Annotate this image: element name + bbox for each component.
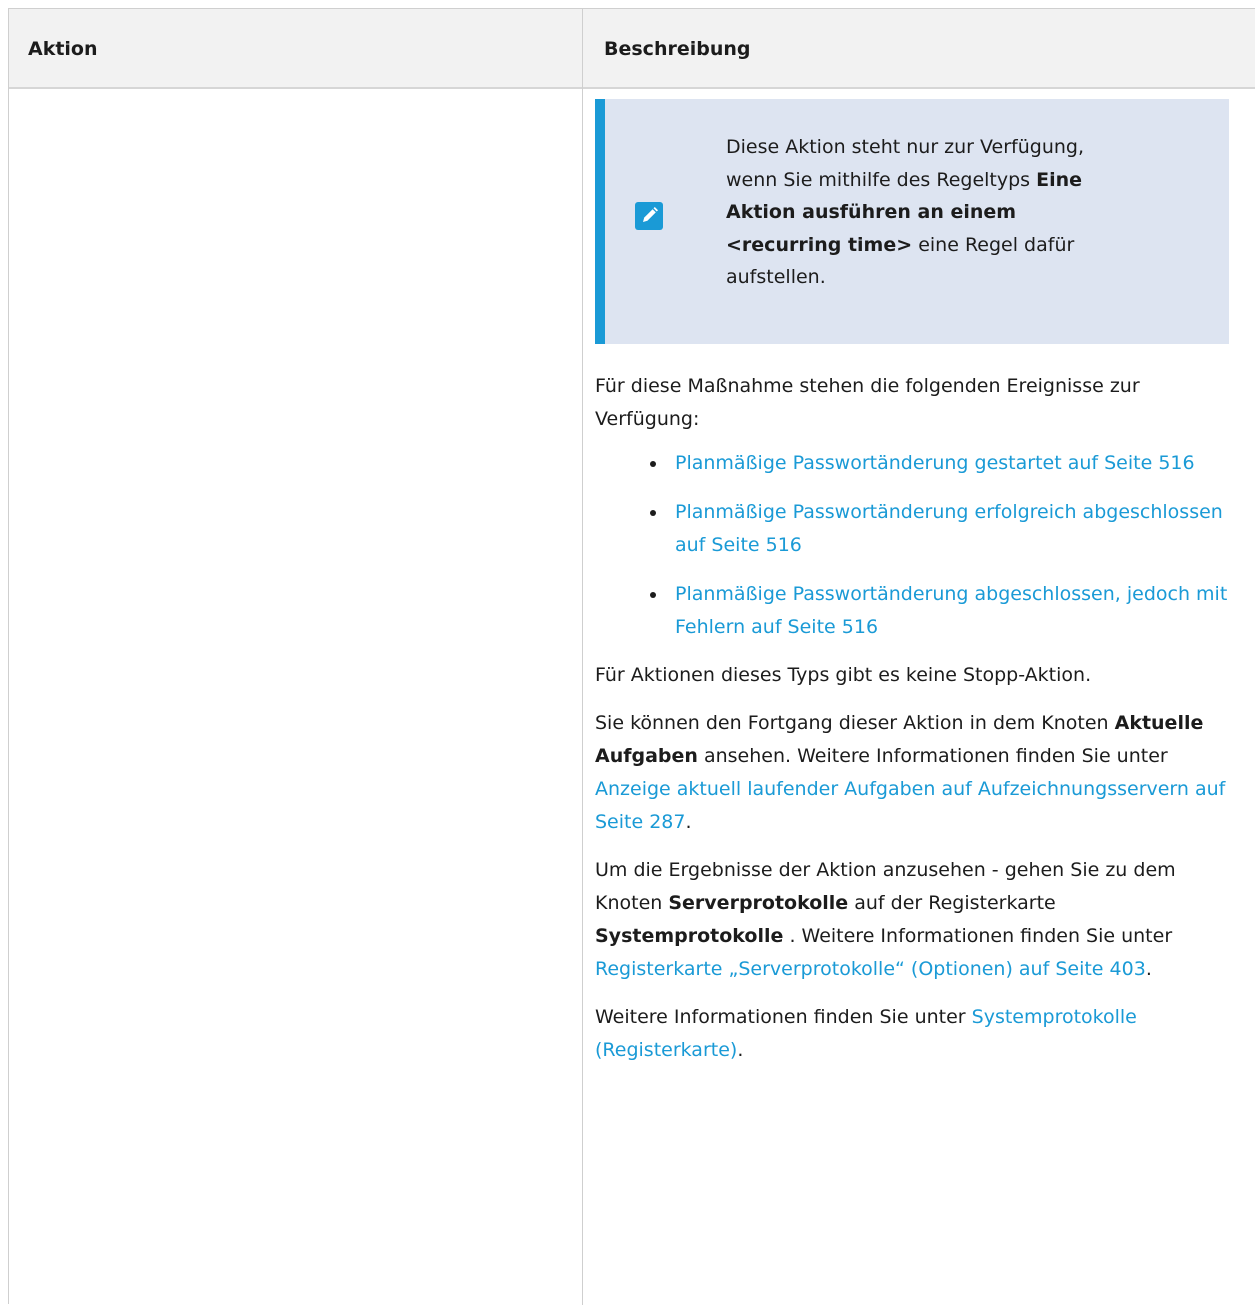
event-link-errors[interactable]: Planmäßige Passwortänderung abgeschlosse…: [675, 583, 1227, 638]
list-item: Planmäßige Passwortänderung abgeschlosse…: [595, 578, 1231, 644]
pencil-icon: [635, 202, 663, 230]
header-action: Aktion: [28, 38, 98, 60]
server-logs-tab-link[interactable]: Registerkarte „Serverprotokolle“ (Option…: [595, 958, 1146, 980]
list-item: Planmäßige Passwortänderung erfolgreich …: [595, 496, 1231, 562]
event-link-success[interactable]: Planmäßige Passwortänderung erfolgreich …: [675, 501, 1223, 556]
more-info-paragraph: Weitere Informationen finden Sie unter S…: [595, 1006, 1137, 1061]
events-intro: Für diese Maßnahme stehen die folgenden …: [595, 375, 1140, 430]
description-cell: Diese Aktion steht nur zur Verfügung, we…: [595, 99, 1231, 1067]
note-box: Diese Aktion steht nur zur Verfügung, we…: [595, 99, 1229, 344]
bullet: [650, 592, 656, 598]
table-header: Aktion Beschreibung: [9, 9, 1255, 89]
results-paragraph: Um die Ergebnisse der Aktion anzusehen -…: [595, 859, 1176, 980]
note-text: Diese Aktion steht nur zur Verfügung, we…: [726, 136, 1085, 288]
bullet: [650, 461, 656, 467]
bullet: [650, 510, 656, 516]
event-link-started[interactable]: Planmäßige Passwortänderung gestartet au…: [675, 452, 1195, 474]
no-stop-text: Für Aktionen dieses Typs gibt es keine S…: [595, 664, 1092, 686]
list-item: Planmäßige Passwortänderung gestartet au…: [595, 447, 1231, 480]
header-description: Beschreibung: [604, 38, 751, 60]
column-divider: [582, 9, 583, 1305]
progress-paragraph: Sie können den Fortgang dieser Aktion in…: [595, 712, 1226, 833]
events-list: Planmäßige Passwortänderung gestartet au…: [595, 447, 1231, 644]
